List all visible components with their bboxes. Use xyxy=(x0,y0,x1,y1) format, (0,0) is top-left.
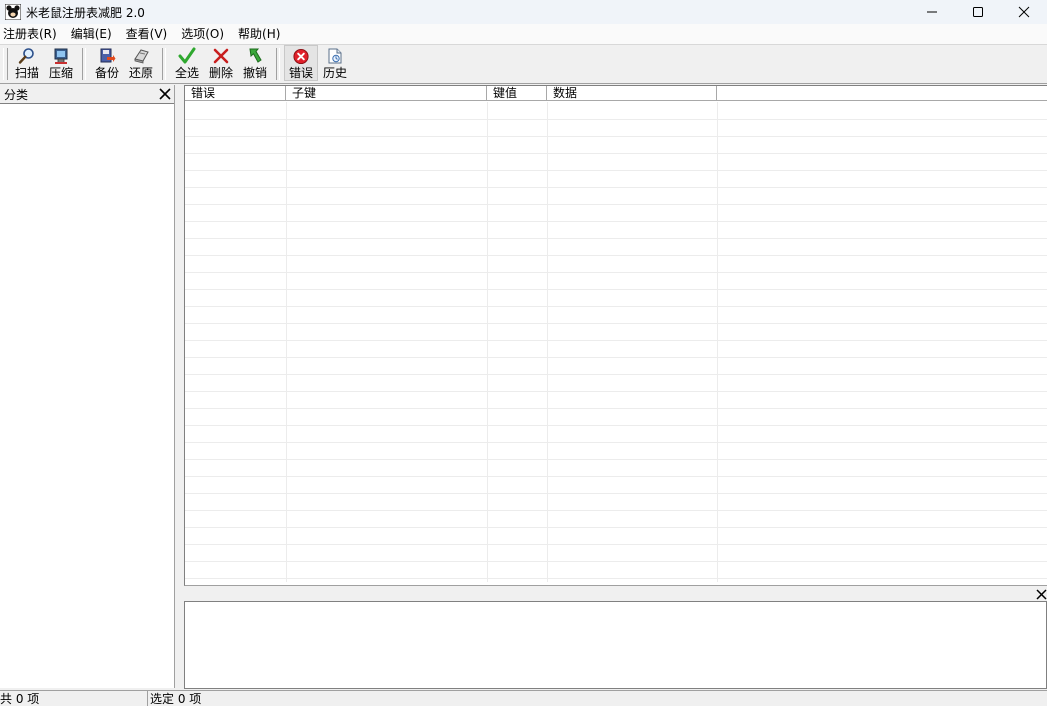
grid-row-line xyxy=(185,425,1047,426)
grid-row-line xyxy=(185,289,1047,290)
grid-row-line xyxy=(185,391,1047,392)
menu-options[interactable]: 选项(O) xyxy=(178,24,231,44)
delete-label: 删除 xyxy=(208,66,233,80)
grid-row-line xyxy=(185,170,1047,171)
status-total: 共 0 项 xyxy=(0,690,147,706)
grid-row-line xyxy=(185,136,1047,137)
grid-body[interactable] xyxy=(185,102,1047,582)
restore-icon xyxy=(134,49,149,64)
grid-row-line xyxy=(185,493,1047,494)
grid-row-line xyxy=(185,510,1047,511)
check-icon xyxy=(178,47,196,64)
backup-label: 备份 xyxy=(94,66,119,80)
close-icon[interactable] xyxy=(1035,587,1047,601)
menu-bar: 注册表(R) 编辑(E) 查看(V) 选项(O) 帮助(H) xyxy=(0,24,1047,44)
menu-registry[interactable]: 注册表(R) xyxy=(0,24,64,44)
history-icon xyxy=(328,48,342,64)
detail-pane[interactable] xyxy=(184,601,1047,689)
menu-view[interactable]: 查看(V) xyxy=(123,24,175,44)
grid-row-line xyxy=(185,153,1047,154)
results-grid[interactable]: 错误 子键 键值 数据 xyxy=(184,85,1047,586)
magnifier-icon xyxy=(18,48,34,64)
minimize-icon xyxy=(927,11,937,13)
restore-label: 还原 xyxy=(128,66,153,80)
grid-column-line xyxy=(547,102,548,582)
status-bar: 共 0 项 选定 0 项 xyxy=(0,689,1047,706)
grid-row-line xyxy=(185,272,1047,273)
column-header-value[interactable]: 键值 xyxy=(487,86,547,101)
scan-label: 扫描 xyxy=(14,66,39,80)
column-header-filler xyxy=(717,86,1047,101)
history-label: 历史 xyxy=(322,66,347,80)
app-logo-icon xyxy=(5,4,21,20)
grid-row-line xyxy=(185,204,1047,205)
undo-button[interactable]: 撤销 xyxy=(238,45,272,81)
grid-row-line xyxy=(185,255,1047,256)
close-button[interactable] xyxy=(1001,0,1047,24)
column-header-subkey[interactable]: 子键 xyxy=(286,86,487,101)
grid-row-line xyxy=(185,476,1047,477)
toolbar-separator xyxy=(276,48,280,80)
grid-row-line xyxy=(185,306,1047,307)
close-icon xyxy=(1018,6,1030,18)
grid-row-line xyxy=(185,578,1047,579)
toolbar-separator xyxy=(162,48,166,80)
category-panel-header: 分类 xyxy=(0,85,174,104)
error-icon xyxy=(293,48,309,65)
grid-row-line xyxy=(185,442,1047,443)
errors-toggle-button[interactable]: 错误 xyxy=(284,45,318,81)
grid-row-line xyxy=(185,408,1047,409)
select-all-label: 全选 xyxy=(174,66,199,80)
toolbar-grip[interactable] xyxy=(3,48,8,80)
backup-button[interactable]: 备份 xyxy=(90,45,124,81)
grid-row-line xyxy=(185,238,1047,239)
toolbar: 扫描 压缩 备份 还原 全选 删除 撤销 错误 历史 xyxy=(0,44,1047,84)
grid-row-line xyxy=(185,187,1047,188)
status-selected: 选定 0 项 xyxy=(147,690,1047,706)
menu-help[interactable]: 帮助(H) xyxy=(235,24,287,44)
grid-row-line xyxy=(185,340,1047,341)
category-panel[interactable]: 分类 xyxy=(0,85,175,688)
grid-row-line xyxy=(185,221,1047,222)
delete-button[interactable]: 删除 xyxy=(204,45,238,81)
toolbar-separator xyxy=(82,48,86,80)
undo-label: 撤销 xyxy=(242,66,267,80)
column-header-data[interactable]: 数据 xyxy=(547,86,717,101)
compress-button[interactable]: 压缩 xyxy=(44,45,78,81)
restore-button[interactable]: 还原 xyxy=(124,45,158,81)
app-window: 米老鼠注册表减肥 2.0 注册表(R) 编辑(E) 查看(V) 选项(O) 帮助… xyxy=(0,0,1047,706)
compress-icon xyxy=(54,48,68,64)
cross-icon xyxy=(213,48,229,64)
column-header-error[interactable]: 错误 xyxy=(185,86,286,101)
category-panel-title: 分类 xyxy=(4,87,29,102)
grid-row-line xyxy=(185,119,1047,120)
grid-row-line xyxy=(185,357,1047,358)
compress-label: 压缩 xyxy=(48,66,73,80)
history-button[interactable]: 历史 xyxy=(318,45,352,81)
grid-row-line xyxy=(185,459,1047,460)
grid-row-line xyxy=(185,561,1047,562)
errors-label: 错误 xyxy=(288,66,313,80)
undo-arrow-icon xyxy=(249,48,262,63)
grid-column-line xyxy=(487,102,488,582)
scan-button[interactable]: 扫描 xyxy=(10,45,44,81)
menu-edit[interactable]: 编辑(E) xyxy=(68,24,119,44)
title-bar: 米老鼠注册表减肥 2.0 xyxy=(0,0,1047,24)
grid-header: 错误 子键 键值 数据 xyxy=(185,86,1047,102)
select-all-button[interactable]: 全选 xyxy=(170,45,204,81)
grid-column-line xyxy=(286,102,287,582)
grid-row-line xyxy=(185,374,1047,375)
grid-row-line xyxy=(185,323,1047,324)
grid-row-line xyxy=(185,527,1047,528)
vertical-splitter[interactable] xyxy=(175,85,184,688)
maximize-icon xyxy=(973,7,983,17)
maximize-button[interactable] xyxy=(955,0,1001,24)
grid-row-line xyxy=(185,544,1047,545)
window-title: 米老鼠注册表减肥 2.0 xyxy=(26,5,145,20)
backup-icon xyxy=(100,48,116,63)
grid-column-line xyxy=(717,102,718,582)
close-icon[interactable] xyxy=(158,87,172,101)
minimize-button[interactable] xyxy=(909,0,955,24)
